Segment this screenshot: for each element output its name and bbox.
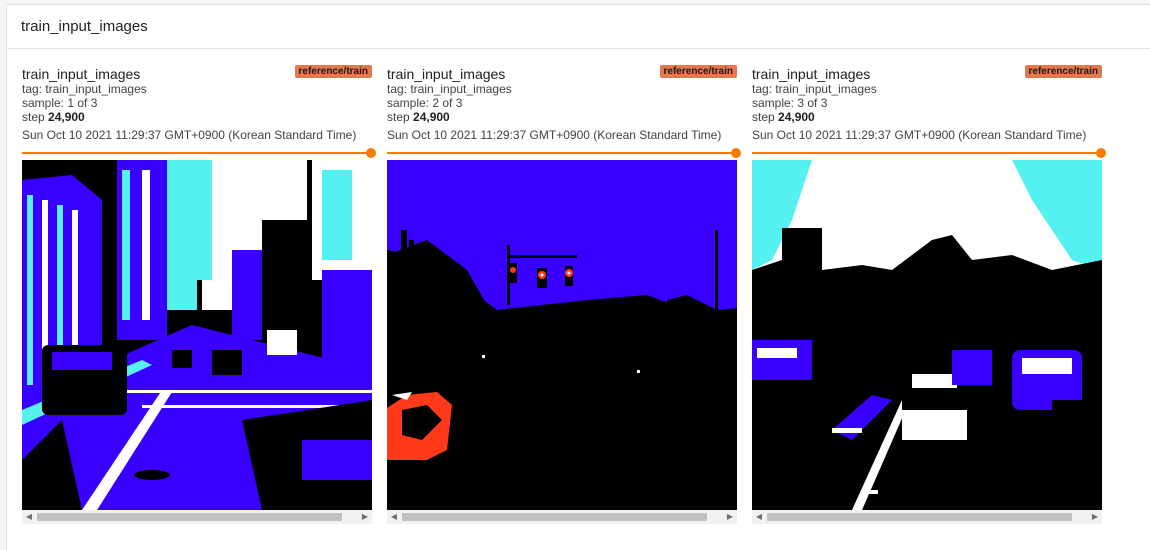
- group-title: train_input_images: [7, 5, 1150, 49]
- card-sample: sample: 3 of 3: [752, 96, 828, 110]
- card-timestamp: Sun Oct 10 2021 11:29:37 GMT+0900 (Korea…: [22, 128, 357, 142]
- scroll-left-arrow-icon[interactable]: ◀: [387, 510, 401, 524]
- scrollbar-thumb[interactable]: [37, 513, 342, 521]
- step-slider[interactable]: [752, 148, 1106, 158]
- card-tag: tag: train_input_images: [752, 82, 877, 96]
- step-slider[interactable]: [22, 148, 376, 158]
- scrollbar-thumb[interactable]: [402, 513, 707, 521]
- scroll-left-arrow-icon[interactable]: ◀: [22, 510, 36, 524]
- slider-track: [387, 152, 737, 154]
- step-slider[interactable]: [387, 148, 741, 158]
- scroll-right-arrow-icon[interactable]: ▶: [723, 510, 737, 524]
- card-tag: tag: train_input_images: [22, 82, 147, 96]
- step-label: step: [387, 110, 410, 124]
- sample-image: [387, 160, 737, 510]
- scrollbar-thumb[interactable]: [767, 513, 1072, 521]
- slider-thumb[interactable]: [366, 148, 376, 158]
- run-badge: reference/train: [1024, 65, 1102, 78]
- step-label: step: [752, 110, 775, 124]
- horizontal-scrollbar[interactable]: ◀ ▶: [387, 510, 737, 524]
- scroll-right-arrow-icon[interactable]: ▶: [358, 510, 372, 524]
- slider-thumb[interactable]: [1096, 148, 1106, 158]
- card-timestamp: Sun Oct 10 2021 11:29:37 GMT+0900 (Korea…: [387, 128, 722, 142]
- image-card-group: train_input_images reference/train train…: [6, 4, 1150, 550]
- horizontal-scrollbar[interactable]: ◀ ▶: [22, 510, 372, 524]
- scroll-right-arrow-icon[interactable]: ▶: [1088, 510, 1102, 524]
- card-sample: sample: 1 of 3: [22, 96, 98, 110]
- card-step: step 24,900: [22, 110, 372, 124]
- card-step: step 24,900: [387, 110, 737, 124]
- slider-thumb[interactable]: [731, 148, 741, 158]
- step-label: step: [22, 110, 45, 124]
- horizontal-scrollbar[interactable]: ◀ ▶: [752, 510, 1102, 524]
- run-badge: reference/train: [294, 65, 372, 78]
- sample-image: [752, 160, 1102, 510]
- step-value: 24,900: [778, 110, 815, 124]
- sample-image: [22, 160, 372, 510]
- street-scene-image-3: [752, 160, 1102, 510]
- card-timestamp: Sun Oct 10 2021 11:29:37 GMT+0900 (Korea…: [752, 128, 1087, 142]
- card-tag: tag: train_input_images: [387, 82, 512, 96]
- image-card: reference/train train_input_images tag: …: [752, 65, 1106, 524]
- scroll-left-arrow-icon[interactable]: ◀: [752, 510, 766, 524]
- image-card: reference/train train_input_images tag: …: [387, 65, 741, 524]
- slider-track: [752, 152, 1102, 154]
- slider-track: [22, 152, 372, 154]
- street-scene-image-2: [387, 160, 737, 510]
- street-scene-image-1: [22, 160, 372, 510]
- step-value: 24,900: [48, 110, 85, 124]
- step-value: 24,900: [413, 110, 450, 124]
- card-sample: sample: 2 of 3: [387, 96, 463, 110]
- image-card: reference/train train_input_images tag: …: [22, 65, 376, 524]
- run-badge: reference/train: [659, 65, 737, 78]
- card-step: step 24,900: [752, 110, 1102, 124]
